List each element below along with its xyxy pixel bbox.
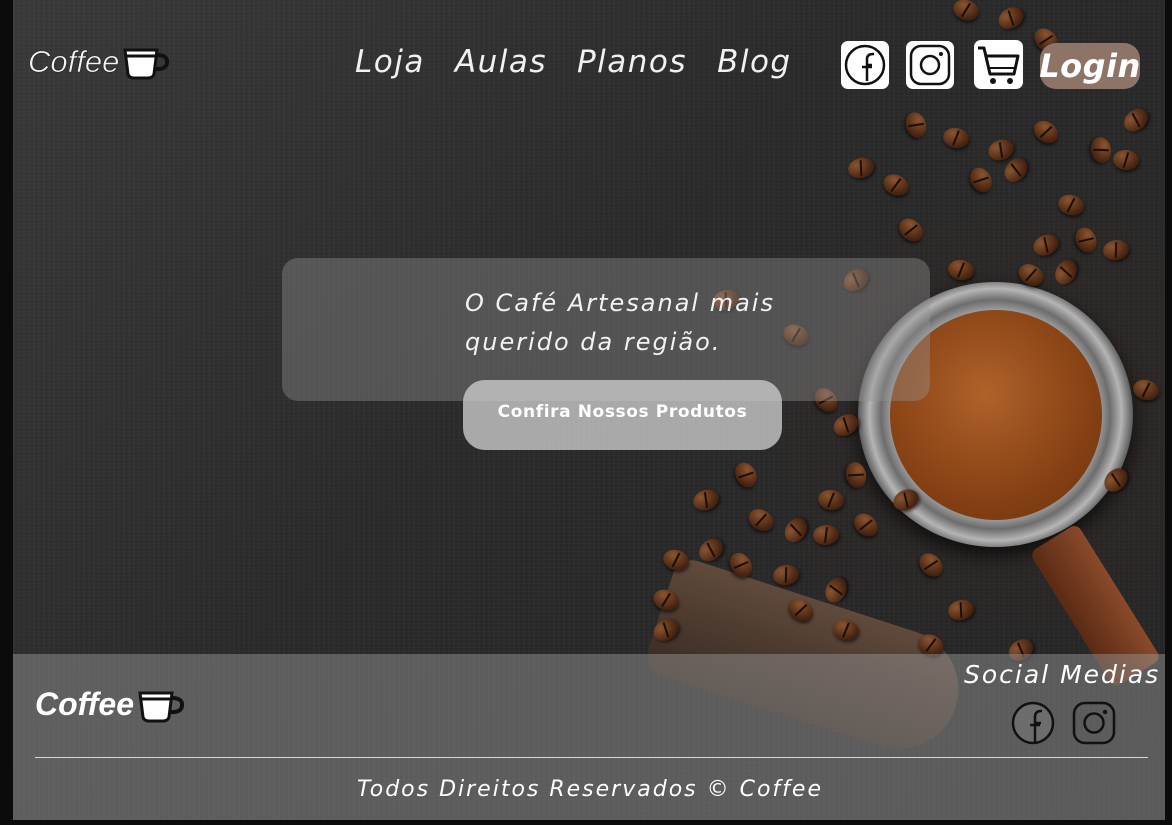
menu-item-blog[interactable]: Blog [717,44,792,80]
facebook-link[interactable] [841,41,889,89]
tagline-line-2: querido da região. [465,328,722,356]
cart-icon [977,46,1019,84]
footer-logo-text: Coffee [35,686,134,722]
instagram-link[interactable] [906,41,954,89]
footer-divider [35,757,1148,758]
menu-item-loja[interactable]: Loja [355,44,425,80]
copyright-text: Todos Direitos Reservados © Coffee [357,777,823,802]
facebook-icon[interactable] [1010,700,1056,746]
tagline-line-1: O Café Artesanal mais [465,289,775,317]
instagram-icon[interactable] [1071,700,1117,746]
instagram-icon [909,44,951,86]
coffee-cup-icon [138,691,185,722]
hero-tagline: O Café Artesanal mais querido da região. [465,284,825,362]
main-menu: Loja Aulas Planos Blog [355,44,792,80]
facebook-icon [844,44,886,86]
shop-products-button[interactable]: Confira Nossos Produtos [463,380,782,450]
social-media-title: Social Medias [964,660,1161,689]
top-navigation: Coffee Loja Aulas Planos Blog Login [0,0,1172,130]
cart-link[interactable] [974,40,1023,89]
header-logo[interactable]: Coffee [28,44,171,80]
menu-item-planos[interactable]: Planos [577,44,687,80]
coffee-cup-icon [123,48,170,80]
menu-item-aulas[interactable]: Aulas [455,44,547,80]
logo-text: Coffee [28,44,120,80]
login-button[interactable]: Login [1039,43,1140,89]
footer-logo[interactable]: Coffee [35,686,186,723]
